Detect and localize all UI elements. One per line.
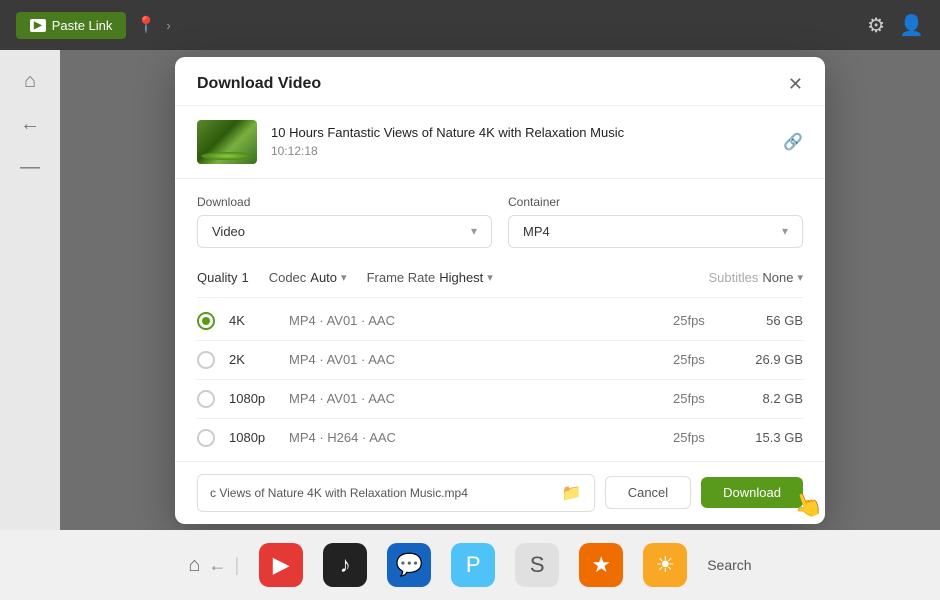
download-video-modal: Download Video ✕ 10 Hours Fantastic View…	[175, 57, 825, 524]
radio-button[interactable]	[197, 312, 215, 330]
radio-button[interactable]	[197, 390, 215, 408]
resolution-size: 15.3 GB	[733, 430, 803, 445]
resolution-size: 56 GB	[733, 313, 803, 328]
resolution-row[interactable]: 4KMP4 · AV01 · AAC25fps56 GB	[197, 302, 803, 341]
taskbar-icon-music[interactable]: ♪	[323, 543, 367, 587]
location-icon[interactable]: 📍	[136, 15, 156, 35]
form-area: Download Video ▾ Container MP4 ▾ Quality	[175, 179, 825, 461]
top-bar: ▶ Paste Link 📍 › ⚙ 👤	[0, 0, 940, 50]
resolution-codec: MP4 · AV01 · AAC	[289, 391, 673, 406]
modal-title: Download Video	[197, 75, 321, 93]
resolution-codec: MP4 · AV01 · AAC	[289, 313, 673, 328]
video-thumbnail	[197, 120, 257, 164]
container-label: Container	[508, 195, 803, 209]
video-duration: 10:12:18	[271, 144, 769, 158]
container-chevron-icon: ▾	[782, 224, 788, 238]
video-meta: 10 Hours Fantastic Views of Nature 4K wi…	[271, 125, 769, 158]
codec-label: Codec	[269, 270, 307, 285]
frame-rate-filter[interactable]: Frame Rate Highest ▾	[367, 270, 493, 285]
taskbar-icon-red[interactable]: ▶	[259, 543, 303, 587]
frame-rate-value: Highest	[439, 270, 483, 285]
codec-filter[interactable]: Codec Auto ▾	[269, 270, 347, 285]
codec-value: Auto	[310, 270, 337, 285]
taskbar-separator: |	[235, 555, 240, 576]
top-bar-right: ⚙ 👤	[867, 13, 924, 38]
resolution-codec: MP4 · H264 · AAC	[289, 430, 673, 445]
video-info-row: 10 Hours Fantastic Views of Nature 4K wi…	[175, 106, 825, 179]
resolution-fps: 25fps	[673, 391, 733, 406]
youtube-icon: ▶	[30, 19, 46, 32]
download-col: Download Video ▾	[197, 195, 492, 248]
resolution-size: 8.2 GB	[733, 391, 803, 406]
paste-link-label: Paste Link	[52, 18, 113, 33]
radio-button[interactable]	[197, 351, 215, 369]
nav-arrow: ›	[166, 18, 170, 33]
sidebar: ⌂ ← —	[0, 50, 60, 530]
taskbar: ⌂ ← | ▶ ♪ 💬 P S ★ ☀ Search	[0, 530, 940, 600]
quality-number: 1	[241, 270, 248, 285]
subtitles-value: None	[762, 270, 793, 285]
codec-chevron-icon: ▾	[341, 271, 347, 284]
resolution-fps: 25fps	[673, 430, 733, 445]
filename-area: c Views of Nature 4K with Relaxation Mus…	[197, 474, 595, 512]
resolution-list: 4KMP4 · AV01 · AAC25fps56 GB2KMP4 · AV01…	[197, 298, 803, 461]
paste-link-button[interactable]: ▶ Paste Link	[16, 12, 126, 39]
subtitles-chevron-icon: ▾	[797, 271, 803, 284]
cancel-button[interactable]: Cancel	[605, 476, 691, 509]
download-button[interactable]: Download 👆	[701, 477, 803, 508]
container-col: Container MP4 ▾	[508, 195, 803, 248]
user-icon[interactable]: 👤	[899, 13, 924, 38]
download-select[interactable]: Video ▾	[197, 215, 492, 248]
modal-close-button[interactable]: ✕	[788, 75, 803, 93]
container-select[interactable]: MP4 ▾	[508, 215, 803, 248]
resolution-name: 4K	[229, 313, 289, 328]
quality-filter-row: Quality 1 Codec Auto ▾ Frame Rate Highes…	[197, 262, 803, 298]
sidebar-back-icon[interactable]: ←	[20, 113, 40, 136]
taskbar-nav: ⌂ ← |	[188, 554, 239, 577]
modal-header: Download Video ✕	[175, 57, 825, 106]
download-chevron-icon: ▾	[471, 224, 477, 238]
folder-icon[interactable]: 📁	[562, 483, 582, 503]
resolution-name: 1080p	[229, 391, 289, 406]
taskbar-back-icon[interactable]: ←	[209, 555, 227, 576]
taskbar-icon-yellow[interactable]: ☀	[643, 543, 687, 587]
resolution-name: 1080p	[229, 430, 289, 445]
modal-footer: c Views of Nature 4K with Relaxation Mus…	[175, 461, 825, 524]
resolution-row[interactable]: 2KMP4 · AV01 · AAC25fps26.9 GB	[197, 341, 803, 380]
sidebar-home-icon[interactable]: ⌂	[24, 70, 36, 93]
resolution-size: 26.9 GB	[733, 352, 803, 367]
sidebar-divider: —	[20, 156, 40, 179]
taskbar-icon-paypal[interactable]: P	[451, 543, 495, 587]
link-icon[interactable]: 🔗	[783, 132, 803, 152]
filename-text: c Views of Nature 4K with Relaxation Mus…	[210, 486, 556, 500]
resolution-fps: 25fps	[673, 352, 733, 367]
quality-label: Quality	[197, 270, 237, 285]
search-label: Search	[707, 557, 751, 573]
taskbar-home-icon[interactable]: ⌂	[188, 554, 200, 577]
download-container-row: Download Video ▾ Container MP4 ▾	[197, 195, 803, 248]
resolution-codec: MP4 · AV01 · AAC	[289, 352, 673, 367]
download-label: Download	[197, 195, 492, 209]
subtitles-filter[interactable]: Subtitles None ▾	[709, 270, 803, 285]
download-btn-label: Download	[723, 485, 781, 500]
taskbar-icon-orange[interactable]: ★	[579, 543, 623, 587]
resolution-fps: 25fps	[673, 313, 733, 328]
resolution-row[interactable]: 1080pMP4 · AV01 · AAC25fps8.2 GB	[197, 380, 803, 419]
video-title: 10 Hours Fantastic Views of Nature 4K wi…	[271, 125, 769, 140]
container-value: MP4	[523, 224, 550, 239]
frame-rate-chevron-icon: ▾	[487, 271, 493, 284]
subtitles-label: Subtitles	[709, 270, 759, 285]
radio-button[interactable]	[197, 429, 215, 447]
download-value: Video	[212, 224, 245, 239]
frame-rate-label: Frame Rate	[367, 270, 436, 285]
settings-icon[interactable]: ⚙	[867, 13, 885, 38]
taskbar-icon-blue[interactable]: 💬	[387, 543, 431, 587]
resolution-row[interactable]: 1080pMP4 · H264 · AAC25fps15.3 GB	[197, 419, 803, 457]
cursor-hand-icon: 👆	[789, 487, 825, 524]
resolution-name: 2K	[229, 352, 289, 367]
modal-overlay: Download Video ✕ 10 Hours Fantastic View…	[60, 50, 940, 530]
taskbar-icon-grey[interactable]: S	[515, 543, 559, 587]
